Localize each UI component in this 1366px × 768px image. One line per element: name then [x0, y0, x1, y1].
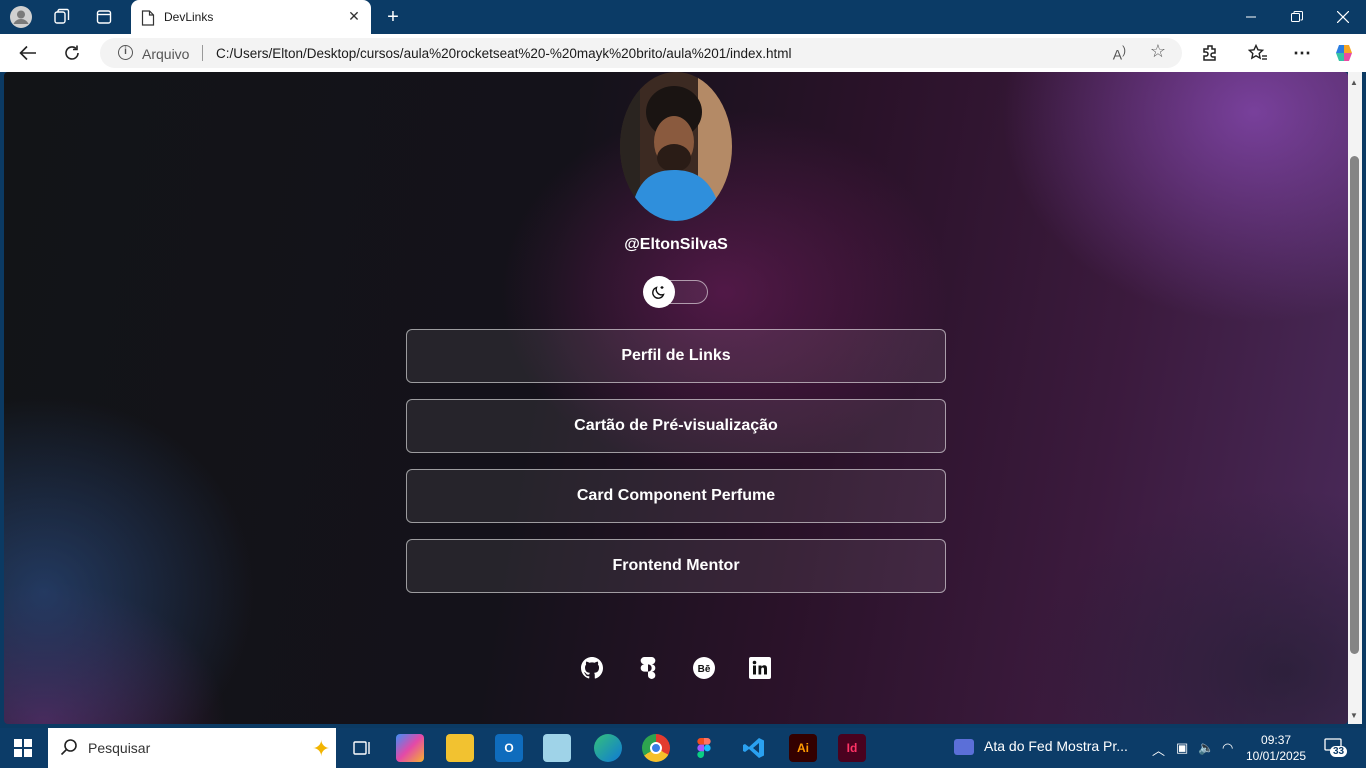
- svg-text:Bē: Bē: [698, 664, 711, 675]
- page-scrollbar[interactable]: ▲ ▼: [1348, 72, 1362, 724]
- windows-start-icon[interactable]: [14, 739, 32, 757]
- tab-title: DevLinks: [164, 10, 214, 24]
- outlook-icon[interactable]: O: [495, 734, 523, 762]
- favorite-star-icon[interactable]: ☆: [1150, 41, 1166, 62]
- extensions-icon[interactable]: [1196, 40, 1224, 66]
- search-placeholder: Pesquisar: [88, 740, 151, 756]
- browser-titlebar: DevLinks ✕ +: [0, 0, 1366, 34]
- file-scheme-label: Arquivo: [142, 46, 190, 62]
- profile-icon[interactable]: [10, 6, 32, 28]
- link-button-card-perfume[interactable]: Card Component Perfume: [406, 469, 946, 523]
- toggle-knob[interactable]: [643, 276, 675, 308]
- meeting-title: Ata do Fed Mostra Pr...: [984, 738, 1128, 754]
- clock-time: 09:37: [1261, 733, 1292, 747]
- close-tab-icon[interactable]: ✕: [345, 7, 363, 25]
- favorites-icon[interactable]: [1244, 40, 1272, 66]
- read-aloud-icon[interactable]: A): [1113, 44, 1126, 63]
- link-button-perfil-de-links[interactable]: Perfil de Links: [406, 329, 946, 383]
- address-separator: [202, 45, 203, 61]
- page-viewport: @EltonSilvaS Perfil de Links Cartão de P…: [4, 72, 1348, 724]
- notification-center[interactable]: 33: [1324, 738, 1350, 758]
- show-hidden-icons[interactable]: ︿: [1152, 740, 1165, 759]
- tab-actions-icon[interactable]: [93, 6, 115, 28]
- profile-avatar: [620, 72, 732, 221]
- figma-app-icon[interactable]: [690, 734, 718, 762]
- file-explorer-icon[interactable]: [446, 734, 474, 762]
- github-icon[interactable]: [580, 656, 604, 680]
- more-options-icon[interactable]: ⋯: [1288, 40, 1316, 66]
- profile-handle: @EltonSilvaS: [624, 236, 728, 253]
- copilot-icon[interactable]: [1330, 40, 1358, 66]
- link-button-frontend-mentor[interactable]: Frontend Mentor: [406, 539, 946, 593]
- close-window-button[interactable]: [1320, 0, 1366, 34]
- moon-icon: [652, 286, 665, 299]
- new-tab-button[interactable]: +: [382, 6, 404, 28]
- taskbar: Pesquisar ✦ O Ai Id Ata do Fed Mostra Pr…: [0, 728, 1366, 768]
- search-icon: [60, 739, 77, 756]
- meeting-icon: [954, 739, 974, 756]
- address-bar[interactable]: i Arquivo C:/Users/Elton/Desktop/cursos/…: [100, 38, 1182, 68]
- scroll-thumb[interactable]: [1350, 156, 1359, 654]
- scroll-up-icon[interactable]: ▲: [1350, 78, 1358, 87]
- indesign-icon[interactable]: Id: [838, 734, 866, 762]
- meeting-taskbar-item[interactable]: Ata do Fed Mostra Pr...: [954, 738, 1128, 756]
- clock-date: 10/01/2025: [1246, 749, 1307, 763]
- tab-devlinks[interactable]: DevLinks ✕: [131, 0, 371, 34]
- notification-badge: 33: [1330, 746, 1348, 757]
- copilot-sparkle-icon: ✦: [312, 736, 331, 761]
- camera-icon[interactable]: ▣: [1176, 740, 1188, 756]
- linkedin-icon[interactable]: [748, 656, 772, 680]
- chrome-icon[interactable]: [642, 734, 670, 762]
- link-button-cartao-preview[interactable]: Cartão de Pré-visualização: [406, 399, 946, 453]
- vscode-icon[interactable]: [740, 734, 768, 762]
- page-icon: [141, 10, 155, 26]
- refresh-button[interactable]: [58, 40, 86, 66]
- volume-icon[interactable]: 🔈: [1198, 740, 1214, 756]
- system-clock[interactable]: 09:37 10/01/2025: [1246, 732, 1306, 764]
- browser-toolbar: i Arquivo C:/Users/Elton/Desktop/cursos/…: [0, 34, 1366, 72]
- figma-icon[interactable]: [636, 656, 660, 680]
- taskbar-search[interactable]: Pesquisar ✦: [48, 728, 336, 768]
- network-icon[interactable]: ◠: [1222, 740, 1233, 756]
- illustrator-icon[interactable]: Ai: [789, 734, 817, 762]
- info-icon[interactable]: i: [118, 45, 133, 60]
- minimize-button[interactable]: [1228, 0, 1274, 34]
- restore-button[interactable]: [1274, 0, 1320, 34]
- back-button[interactable]: [14, 40, 42, 66]
- theme-toggle[interactable]: [643, 276, 708, 308]
- scroll-down-icon[interactable]: ▼: [1350, 711, 1358, 720]
- workspaces-icon[interactable]: [51, 6, 73, 28]
- behance-icon[interactable]: Bē: [692, 656, 716, 680]
- copilot-app-icon[interactable]: [396, 734, 424, 762]
- url-text[interactable]: C:/Users/Elton/Desktop/cursos/aula%20roc…: [216, 46, 792, 61]
- notepad-icon[interactable]: [543, 734, 571, 762]
- task-view-icon[interactable]: [348, 734, 376, 762]
- edge-icon[interactable]: [594, 734, 622, 762]
